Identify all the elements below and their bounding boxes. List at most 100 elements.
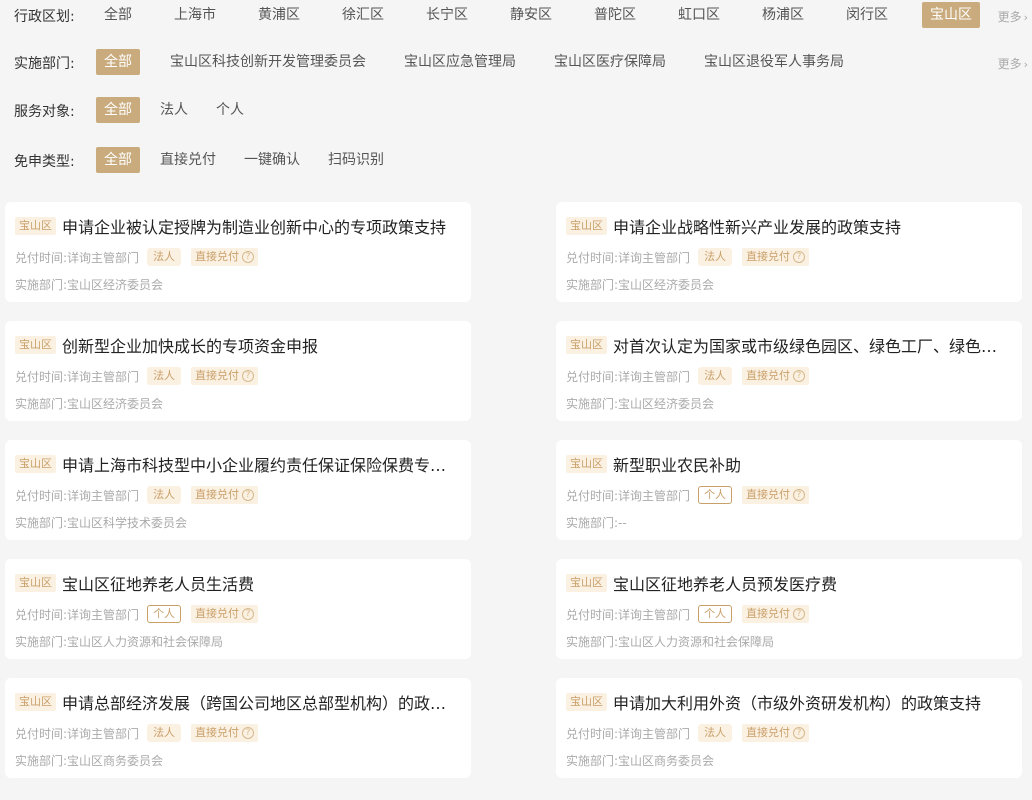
redeem-time-value: 详询主管部门 xyxy=(618,250,691,265)
district-tag: 宝山区 xyxy=(15,455,56,473)
policy-card[interactable]: 宝山区 申请上海市科技型中小企业履约责任保证保险保费专… 兑付时间: 详询主管部门 法人… xyxy=(5,440,471,540)
redeem-time-label: 兑付时间: xyxy=(566,369,619,384)
filter-option[interactable]: 静安区 xyxy=(502,2,560,28)
redeem-time-value: 详询主管部门 xyxy=(618,369,691,384)
policy-title[interactable]: 申请企业被认定授牌为制造业创新中心的专项政策支持 xyxy=(62,214,446,238)
filter-option[interactable]: 全部 xyxy=(96,147,140,173)
filter-option[interactable]: 宝山区医疗保障局 xyxy=(546,49,674,75)
question-icon[interactable]: ? xyxy=(242,608,255,620)
filter-option[interactable]: 扫码识别 xyxy=(320,147,392,173)
filter-option[interactable]: 法人 xyxy=(152,97,196,123)
target-options: 全部 法人 个人 xyxy=(96,95,252,125)
target-tag: 法人 xyxy=(147,724,182,742)
policy-title[interactable]: 对首次认定为国家或市级绿色园区、绿色工厂、绿色… xyxy=(613,333,997,357)
policy-card[interactable]: 宝山区 申请企业战略性新兴产业发展的政策支持 兑付时间: 详询主管部门 法人 直接兑付? 实… xyxy=(556,202,1022,302)
policy-card[interactable]: 宝山区 对首次认定为国家或市级绿色园区、绿色工厂、绿色… 兑付时间: 详询主管部门 法人… xyxy=(556,321,1022,421)
filter-option[interactable]: 宝山区应急管理局 xyxy=(396,49,524,75)
filter-option[interactable]: 虹口区 xyxy=(670,2,728,28)
policy-card[interactable]: 宝山区 申请企业被认定授牌为制造业创新中心的专项政策支持 兑付时间: 详询主管部门 法人… xyxy=(5,202,471,302)
question-icon[interactable]: ? xyxy=(242,727,255,739)
filter-option[interactable]: 宝山区科技创新开发管理委员会 xyxy=(162,49,374,75)
policy-title[interactable]: 新型职业农民补助 xyxy=(613,452,741,476)
policy-meta: 兑付时间: 详询主管部门 个人 直接兑付? xyxy=(15,605,259,623)
district-tag: 宝山区 xyxy=(15,574,56,592)
policy-title[interactable]: 宝山区征地养老人员生活费 xyxy=(62,571,254,595)
policy-title[interactable]: 申请加大利用外资（市级外资研发机构）的政策支持 xyxy=(613,690,981,714)
type-tag-label: 直接兑付 xyxy=(195,250,240,263)
redeem-time-value: 详询主管部门 xyxy=(67,726,140,741)
dept-label: 实施部门: xyxy=(566,754,619,768)
dept-value: 宝山区经济委员会 xyxy=(618,278,715,292)
filter-label-type: 免申类型: xyxy=(14,154,75,170)
policy-title[interactable]: 宝山区征地养老人员预发医疗费 xyxy=(613,571,837,595)
policy-card[interactable]: 宝山区 申请总部经济发展（跨国公司地区总部型机构）的政… 兑付时间: 详询主管部门 法人… xyxy=(5,678,471,778)
type-tag: 直接兑付? xyxy=(742,486,810,504)
type-tag: 直接兑付? xyxy=(742,367,810,385)
policy-card[interactable]: 宝山区 创新型企业加快成长的专项资金申报 兑付时间: 详询主管部门 法人 直接兑付? 实施部… xyxy=(5,321,471,421)
policy-meta: 兑付时间: 详询主管部门 法人 直接兑付? xyxy=(15,486,259,504)
dept-value: 宝山区人力资源和社会保障局 xyxy=(67,635,224,649)
type-tag-label: 直接兑付 xyxy=(195,607,240,620)
question-icon[interactable]: ? xyxy=(793,727,806,739)
filter-option[interactable]: 全部 xyxy=(96,2,140,28)
filter-option[interactable]: 一键确认 xyxy=(236,147,308,173)
dept-value: 宝山区经济委员会 xyxy=(67,397,164,411)
policy-meta: 兑付时间: 详询主管部门 法人 直接兑付? xyxy=(15,248,259,266)
policy-card[interactable]: 宝山区 宝山区征地养老人员生活费 兑付时间: 详询主管部门 个人 直接兑付? 实施部门:宝山… xyxy=(5,559,471,659)
type-tag-label: 直接兑付 xyxy=(195,726,240,739)
redeem-time-value: 详询主管部门 xyxy=(618,726,691,741)
redeem-time-label: 兑付时间: xyxy=(566,250,619,265)
type-tag: 直接兑付? xyxy=(191,486,259,504)
filter-option[interactable]: 宝山区退役军人事务局 xyxy=(696,49,852,75)
filter-option[interactable]: 徐汇区 xyxy=(334,2,392,28)
question-icon[interactable]: ? xyxy=(793,489,806,501)
question-icon[interactable]: ? xyxy=(793,251,806,263)
policy-dept: 实施部门:宝山区经济委员会 xyxy=(15,276,163,293)
filter-option[interactable]: 黄浦区 xyxy=(250,2,308,28)
district-tag: 宝山区 xyxy=(566,455,607,473)
policy-dept: 实施部门:宝山区经济委员会 xyxy=(566,276,714,293)
target-tag: 法人 xyxy=(698,248,733,266)
filter-option[interactable]: 长宁区 xyxy=(418,2,476,28)
filter-option[interactable]: 个人 xyxy=(208,97,252,123)
more-departments-button[interactable]: 更多 › xyxy=(998,55,1028,72)
question-icon[interactable]: ? xyxy=(242,370,255,382)
policy-card[interactable]: 宝山区 新型职业农民补助 兑付时间: 详询主管部门 个人 直接兑付? 实施部门:-- xyxy=(556,440,1022,540)
filter-option[interactable]: 普陀区 xyxy=(586,2,644,28)
filter-option[interactable]: 全部 xyxy=(96,97,140,123)
filter-option[interactable]: 闵行区 xyxy=(838,2,896,28)
policy-card[interactable]: 宝山区 申请加大利用外资（市级外资研发机构）的政策支持 兑付时间: 详询主管部门 法人直… xyxy=(556,678,1022,778)
dept-value: 宝山区经济委员会 xyxy=(618,397,715,411)
policy-title-row: 宝山区 申请总部经济发展（跨国公司地区总部型机构）的政… xyxy=(15,690,459,714)
redeem-time-value: 详询主管部门 xyxy=(67,607,140,622)
policy-title[interactable]: 申请总部经济发展（跨国公司地区总部型机构）的政… xyxy=(62,690,446,714)
policy-dept: 实施部门:宝山区商务委员会 xyxy=(15,752,163,769)
type-tag-label: 直接兑付 xyxy=(746,726,791,739)
question-icon[interactable]: ? xyxy=(793,370,806,382)
target-tag: 法人 xyxy=(698,724,733,742)
district-options: 全部 上海市 黄浦区 徐汇区 长宁区 静安区 普陀区 虹口区 杨浦区 闵行区 宝山区 xyxy=(96,0,980,30)
type-tag-label: 直接兑付 xyxy=(746,607,791,620)
filter-option[interactable]: 直接兑付 xyxy=(152,147,224,173)
policy-title[interactable]: 创新型企业加快成长的专项资金申报 xyxy=(62,333,318,357)
policy-title[interactable]: 申请上海市科技型中小企业履约责任保证保险保费专… xyxy=(62,452,446,476)
filter-option[interactable]: 杨浦区 xyxy=(754,2,812,28)
question-icon[interactable]: ? xyxy=(242,251,255,263)
more-districts-button[interactable]: 更多 › xyxy=(998,8,1028,25)
district-tag: 宝山区 xyxy=(566,336,607,354)
type-tag: 直接兑付? xyxy=(742,248,810,266)
filter-option[interactable]: 全部 xyxy=(96,49,140,75)
redeem-time-label: 兑付时间: xyxy=(566,488,619,503)
policy-title[interactable]: 申请企业战略性新兴产业发展的政策支持 xyxy=(613,214,901,238)
question-icon[interactable]: ? xyxy=(242,489,255,501)
district-tag: 宝山区 xyxy=(15,336,56,354)
type-tag: 直接兑付? xyxy=(191,724,259,742)
filter-option[interactable]: 宝山区 xyxy=(922,2,980,28)
filter-option[interactable]: 上海市 xyxy=(166,2,224,28)
question-icon[interactable]: ? xyxy=(793,608,806,620)
policy-card[interactable]: 宝山区 宝山区征地养老人员预发医疗费 兑付时间: 详询主管部门 个人 直接兑付? 实施部门:… xyxy=(556,559,1022,659)
policy-meta: 兑付时间: 详询主管部门 法人 直接兑付? xyxy=(15,367,259,385)
dept-value: -- xyxy=(618,516,627,530)
dept-label: 实施部门: xyxy=(15,754,68,768)
type-tag: 直接兑付? xyxy=(742,605,810,623)
